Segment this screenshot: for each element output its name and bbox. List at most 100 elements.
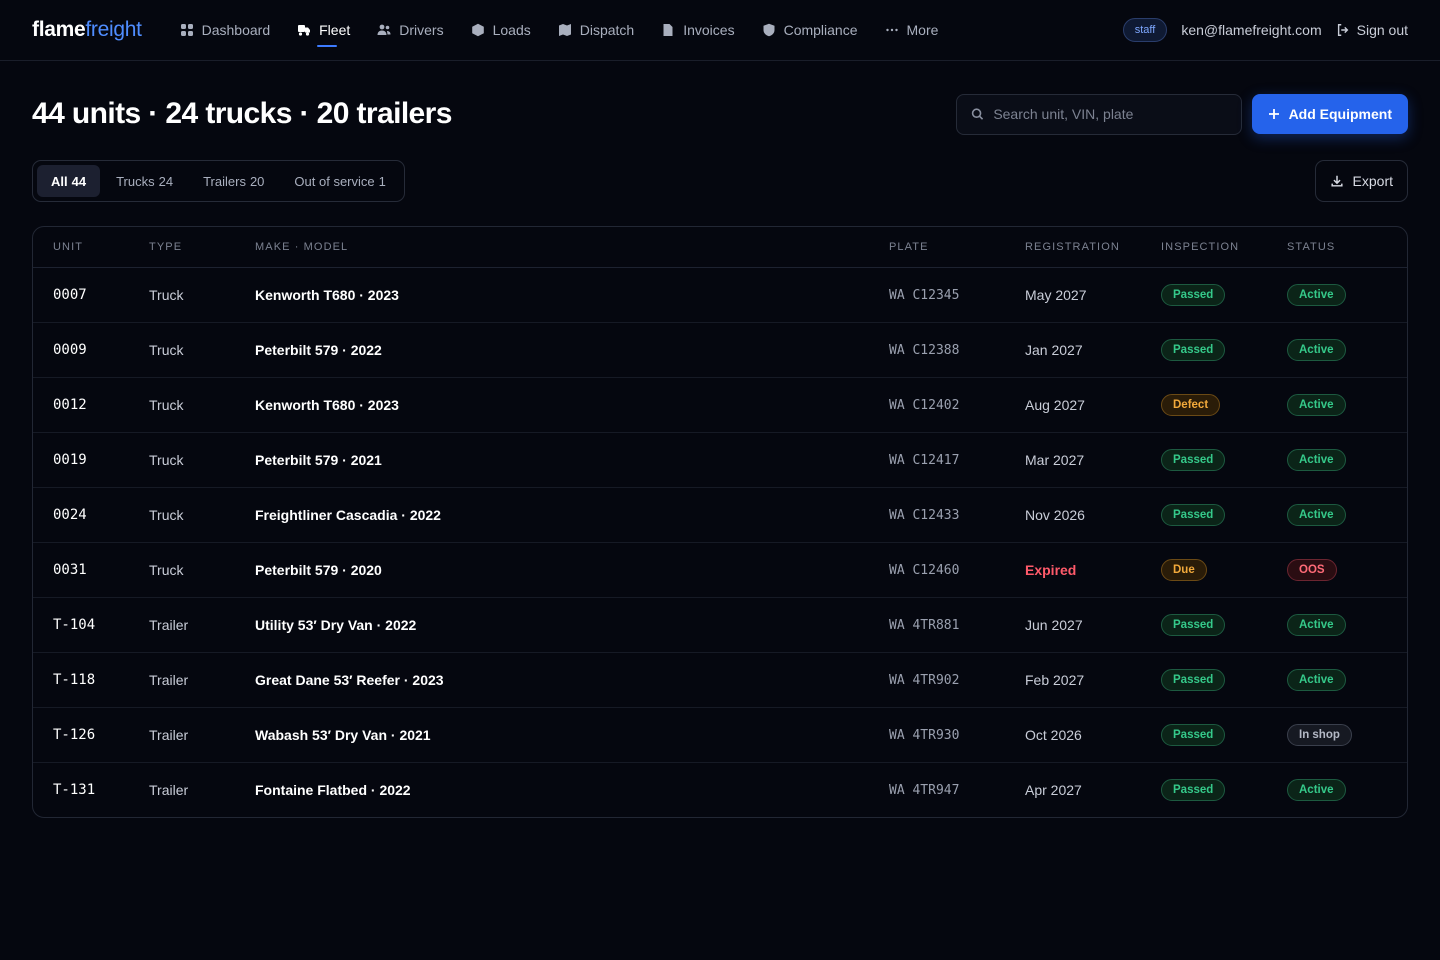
registration-cell: Expired [1025, 542, 1161, 598]
unit-text: 0012 [53, 397, 87, 413]
nav-item-label: Dispatch [579, 22, 635, 38]
table-row[interactable]: 0024 Truck Freightliner Cascadia · 2022 WA … [33, 487, 1407, 543]
equipment-table: UNIT TYPE MAKE · MODEL PLATE REGISTRATION INS… [32, 226, 1408, 818]
inspection-badge: Defect [1161, 393, 1221, 416]
make-model-cell: Fontaine Flatbed · 2022 [255, 762, 889, 817]
registration-cell: Apr 2027 [1025, 762, 1161, 817]
table-row[interactable]: T-104 Trailer Utility 53′ Dry Van · 2022 WA… [33, 597, 1407, 653]
type-cell: Truck [149, 267, 255, 323]
column-header-registration[interactable]: REGISTRATION [1025, 227, 1161, 268]
brand-second: freight [85, 18, 142, 41]
registration-cell: Mar 2027 [1025, 432, 1161, 488]
add-equipment-button[interactable]: Add Equipment [1251, 94, 1408, 134]
status-badge: OOS [1287, 558, 1337, 581]
table-header-row: UNIT TYPE MAKE · MODEL PLATE REGISTRATION INS… [33, 227, 1407, 268]
type-cell: Truck [149, 432, 255, 488]
unit-cell: T-118 [33, 652, 149, 708]
unit-text: 0019 [53, 452, 87, 468]
registration-cell: Feb 2027 [1025, 652, 1161, 708]
nav-item-fleet[interactable]: Fleet [297, 0, 350, 60]
type-cell: Trailer [149, 652, 255, 708]
filter-tab-label: Out of service [294, 173, 375, 189]
column-header-unit[interactable]: UNIT [33, 227, 149, 268]
filter-tab-count: 44 [71, 173, 87, 189]
table-row[interactable]: 0007 Truck Kenworth T680 · 2023 WA C12345 Ma… [33, 267, 1407, 323]
inspection-badge: Passed [1161, 283, 1226, 306]
filter-tab-out-of-service[interactable]: Out of service 1 [280, 165, 399, 197]
search-box[interactable] [955, 93, 1242, 135]
table-row[interactable]: T-118 Trailer Great Dane 53′ Reefer · 2023… [33, 652, 1407, 708]
unit-cell: 0024 [33, 487, 149, 543]
plate-cell: WA 4TR947 [889, 762, 1025, 817]
inspection-badge: Due [1161, 558, 1207, 581]
plate-text: WA 4TR947 [889, 783, 960, 799]
download-icon [1330, 175, 1343, 187]
table-row[interactable]: 0009 Truck Peterbilt 579 · 2022 WA C12388 Ja… [33, 322, 1407, 378]
nav-item-dashboard[interactable]: Dashboard [180, 0, 271, 60]
type-cell: Trailer [149, 597, 255, 653]
plate-text: WA 4TR930 [889, 728, 960, 743]
search-icon [971, 108, 983, 120]
status-badge: Active [1287, 668, 1346, 691]
truck-icon [297, 23, 311, 37]
table-row[interactable]: 0031 Truck Peterbilt 579 · 2020 WA C12460 Ex… [33, 542, 1407, 598]
nav-item-drivers[interactable]: Drivers [377, 0, 444, 60]
unit-cell: 0012 [33, 377, 149, 433]
status-badge: Active [1287, 393, 1346, 416]
inspection-cell: Passed [1161, 432, 1287, 488]
nav-item-compliance[interactable]: Compliance [762, 0, 858, 60]
status-badge: Active [1287, 778, 1346, 801]
table-row[interactable]: T-126 Trailer Wabash 53′ Dry Van · 2021 WA … [33, 707, 1407, 763]
filter-tab-trailers[interactable]: Trailers 20 [189, 165, 278, 197]
make-model-cell: Great Dane 53′ Reefer · 2023 [255, 652, 889, 708]
inspection-badge: Passed [1161, 778, 1226, 801]
type-text: Trailer [149, 671, 189, 688]
column-header-make-model[interactable]: MAKE · MODEL [255, 227, 889, 268]
registration-text: Apr 2027 [1025, 781, 1082, 798]
nav-item-more[interactable]: More [885, 0, 938, 60]
nav-item-invoices[interactable]: Invoices [661, 0, 735, 60]
filter-tab-trucks[interactable]: Trucks 24 [102, 165, 187, 197]
more-icon [885, 23, 899, 37]
registration-cell: May 2027 [1025, 267, 1161, 323]
registration-text: Nov 2026 [1025, 506, 1085, 523]
plate-cell: WA C12417 [889, 432, 1025, 488]
table-row[interactable]: 0012 Truck Kenworth T680 · 2023 WA C12402 Au… [33, 377, 1407, 433]
unit-cell: T-126 [33, 707, 149, 763]
unit-cell: 0009 [33, 322, 149, 378]
filter-tab-all[interactable]: All 44 [37, 165, 101, 197]
plate-cell: WA 4TR902 [889, 652, 1025, 708]
inspection-cell: Passed [1161, 322, 1287, 378]
unit-text: 0024 [53, 507, 87, 523]
filter-tab-label: All [51, 173, 68, 189]
table-row[interactable]: 0019 Truck Peterbilt 579 · 2021 WA C12417 Ma… [33, 432, 1407, 488]
brand-logo[interactable]: flamefreight [32, 18, 142, 42]
box-icon [471, 23, 485, 37]
role-badge: staff [1122, 18, 1168, 42]
registration-cell: Aug 2027 [1025, 377, 1161, 433]
export-button[interactable]: Export [1314, 160, 1408, 202]
column-header-plate[interactable]: PLATE [889, 227, 1025, 268]
sign-out-button[interactable]: Sign out [1336, 22, 1408, 38]
make-model-cell: Kenworth T680 · 2023 [255, 267, 889, 323]
type-text: Truck [149, 396, 184, 413]
unit-cell: 0031 [33, 542, 149, 598]
search-input[interactable] [993, 106, 1227, 122]
page-header: 44 units · 24 trucks · 20 trailers Add E… [0, 93, 1440, 135]
export-label: Export [1352, 173, 1393, 189]
plate-cell: WA C12402 [889, 377, 1025, 433]
status-cell: Active [1287, 762, 1407, 817]
column-header-type[interactable]: TYPE [149, 227, 255, 268]
nav-item-label: Dashboard [201, 22, 271, 38]
inspection-cell: Due [1161, 542, 1287, 598]
column-header-inspection[interactable]: INSPECTION [1161, 227, 1287, 268]
page-title: 44 units · 24 trucks · 20 trailers [32, 97, 452, 130]
plate-text: WA C12345 [889, 288, 960, 303]
column-header-status[interactable]: STATUS [1287, 227, 1407, 268]
plate-cell: WA C12388 [889, 322, 1025, 378]
dashboard-icon [180, 23, 194, 37]
nav-item-label: Loads [492, 22, 531, 38]
table-row[interactable]: T-131 Trailer Fontaine Flatbed · 2022 WA 4T… [33, 762, 1407, 817]
nav-item-loads[interactable]: Loads [471, 0, 531, 60]
nav-item-dispatch[interactable]: Dispatch [558, 0, 634, 60]
